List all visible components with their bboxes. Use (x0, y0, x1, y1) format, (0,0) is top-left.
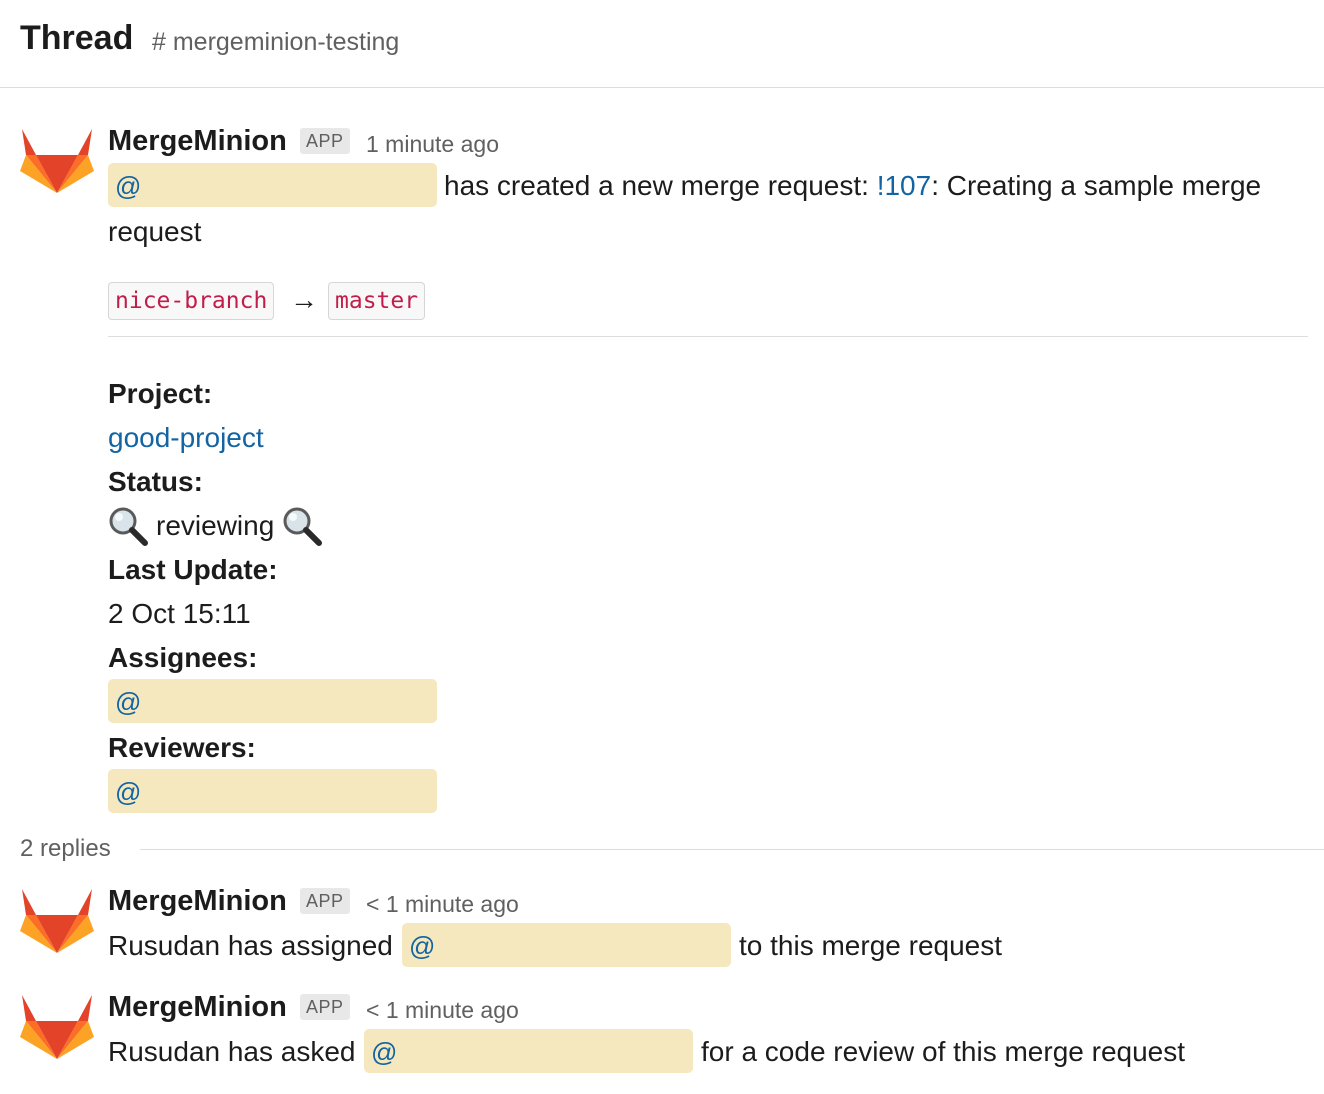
magnifying-glass-icon (108, 506, 148, 546)
user-mention[interactable]: @ (364, 1029, 693, 1073)
sender-name[interactable]: MergeMinion (108, 990, 287, 1024)
message-text-wrap: request (108, 216, 202, 247)
reply-text-before: Rusudan has asked (108, 1036, 356, 1067)
project-label: Project: (108, 378, 213, 409)
thread-title: Thread (20, 19, 134, 57)
merge-request-link[interactable]: !107 (877, 170, 932, 201)
message-timestamp[interactable]: 1 minute ago (366, 129, 499, 159)
last-update-label: Last Update: (108, 554, 278, 585)
project-link[interactable]: good-project (108, 420, 264, 456)
status-value: reviewing (108, 506, 322, 546)
app-badge: APP (300, 888, 350, 914)
target-branch: master (328, 282, 426, 320)
gitlab-fox-icon[interactable] (20, 127, 94, 197)
arrow-icon: → (290, 284, 318, 315)
thread-header: Thread # mergeminion-testing (0, 0, 1324, 88)
app-badge: APP (300, 994, 350, 1020)
magnifying-glass-icon (282, 506, 322, 546)
message-timestamp[interactable]: < 1 minute ago (366, 995, 519, 1025)
source-branch: nice-branch (108, 282, 275, 320)
channel-link[interactable]: # mergeminion-testing (152, 26, 399, 58)
sender-name[interactable]: MergeMinion (108, 884, 287, 918)
assignee-mention[interactable]: @ (108, 679, 437, 723)
sender-name[interactable]: MergeMinion (108, 124, 287, 158)
gitlab-fox-icon[interactable] (20, 993, 94, 1063)
status-text: reviewing (156, 510, 275, 541)
app-badge: APP (300, 128, 350, 154)
last-update-value: 2 Oct 15:11 (108, 598, 251, 629)
message-text: has created a new merge request: !107: C… (444, 163, 1261, 209)
attachment-divider (108, 336, 1308, 337)
reply-text-after: to this merge request (739, 930, 1003, 961)
message-text-after: : Creating a sample merge (931, 170, 1262, 201)
reviewer-mention[interactable]: @ (108, 769, 437, 813)
assignees-label: Assignees: (108, 642, 258, 673)
gitlab-fox-icon[interactable] (20, 887, 94, 957)
status-label: Status: (108, 466, 203, 497)
user-mention[interactable]: @ (402, 923, 731, 967)
replies-count: 2 replies (20, 835, 111, 862)
reply-text-before: Rusudan has assigned (108, 930, 393, 961)
message-timestamp[interactable]: < 1 minute ago (366, 889, 519, 919)
reply-text-after: for a code review of this merge request (701, 1036, 1186, 1067)
reviewers-label: Reviewers: (108, 732, 256, 763)
message-text-before: has created a new merge request: (444, 170, 877, 201)
replies-divider (140, 849, 1324, 850)
user-mention[interactable]: @ (108, 163, 437, 207)
